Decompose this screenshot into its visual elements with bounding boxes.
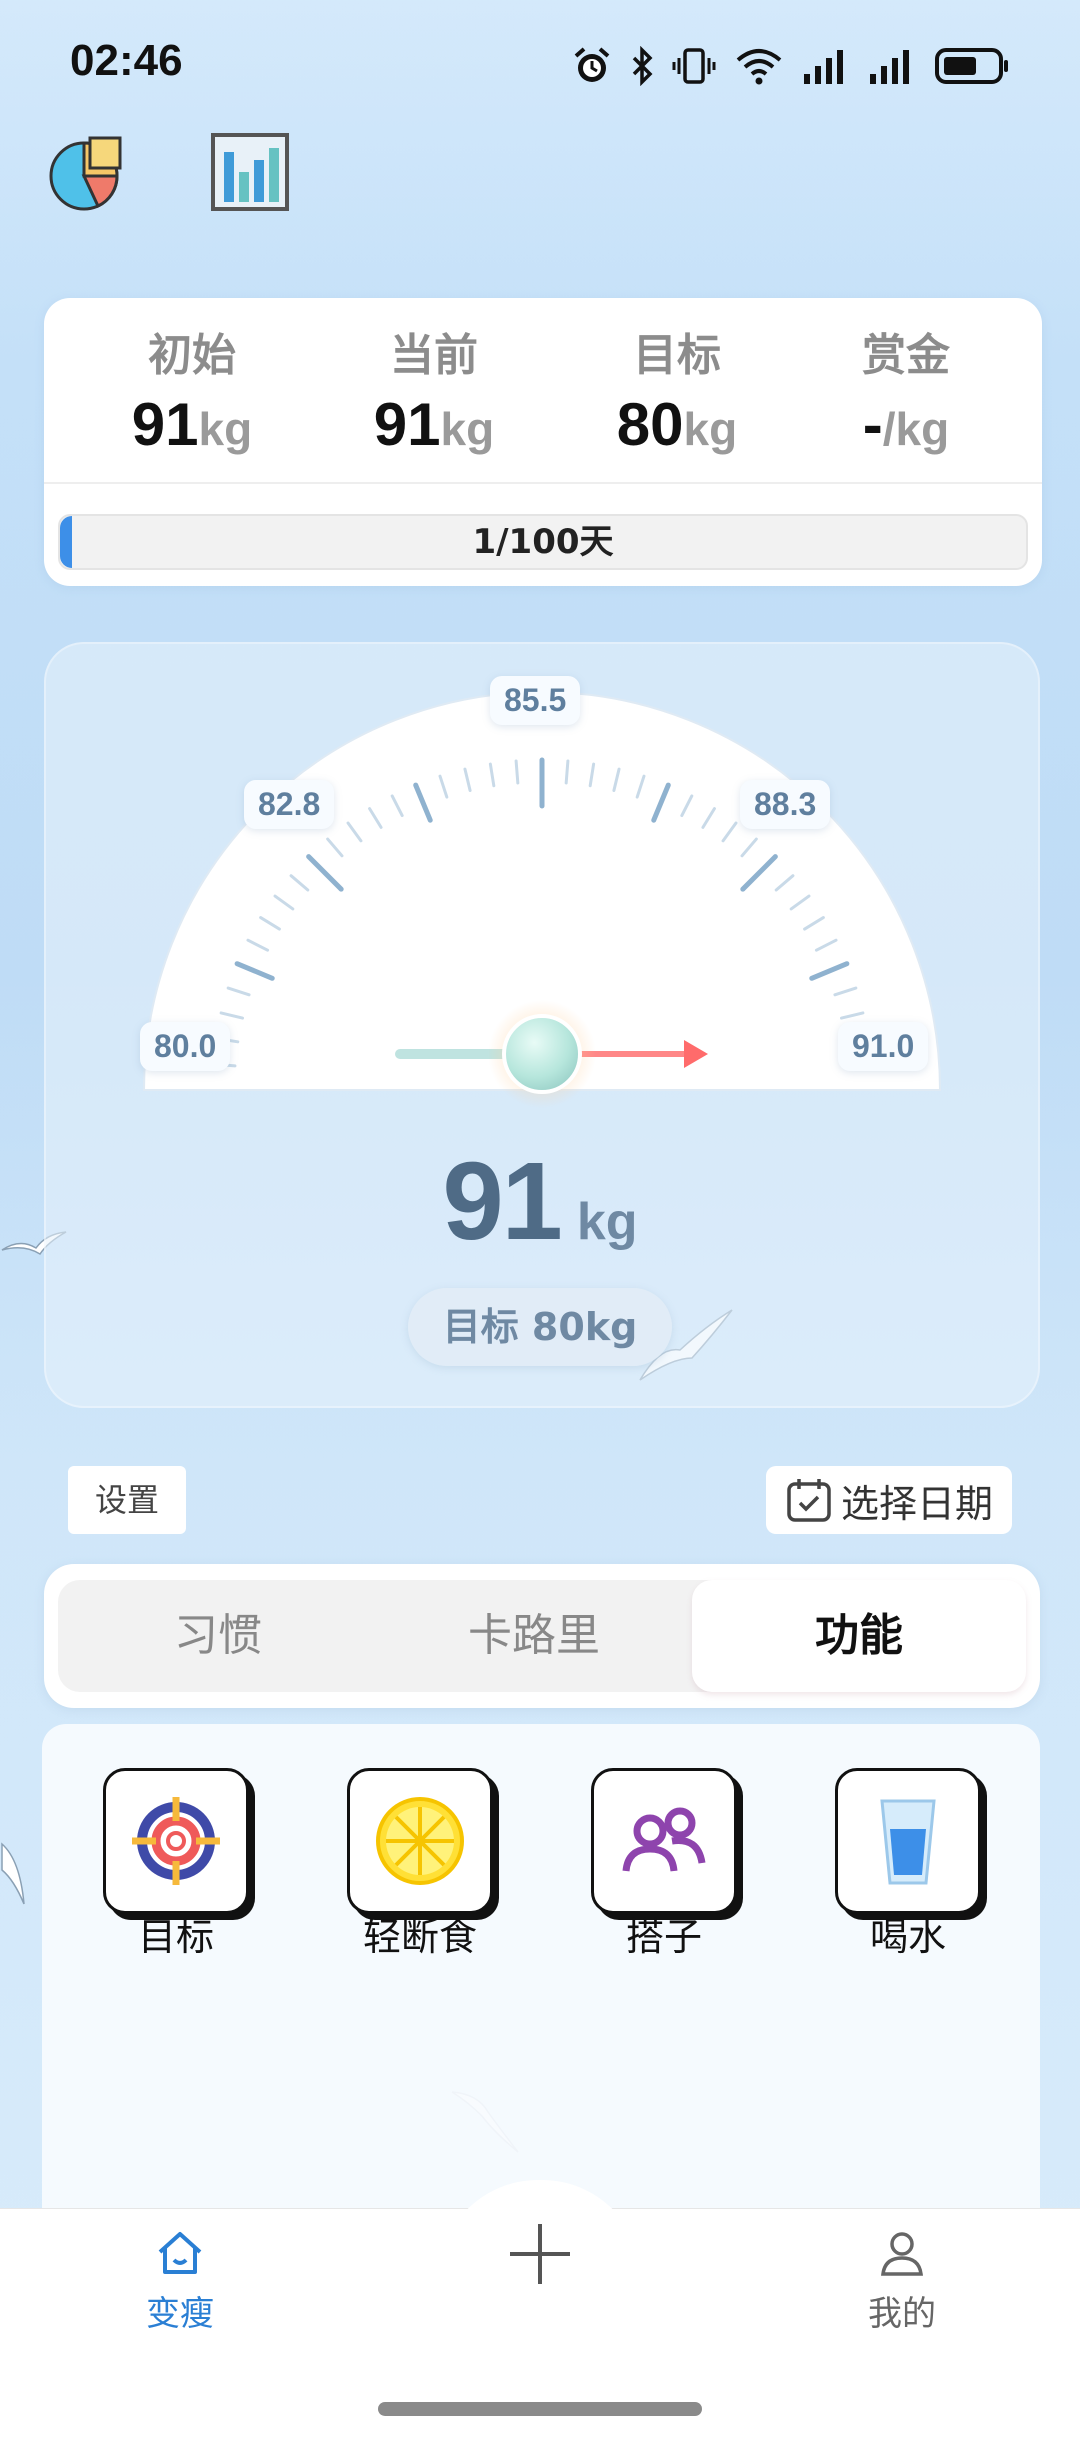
settings-button[interactable]: 设置 <box>68 1466 186 1534</box>
feature-label: 喝水 <box>869 1915 946 1959</box>
gauge-tick-label: 82.8 <box>244 780 335 829</box>
target-icon <box>132 1797 220 1885</box>
gauge-max-label: 91.0 <box>838 1022 929 1071</box>
select-date-button[interactable]: 选择日期 <box>766 1466 1012 1534</box>
tab-features[interactable]: 功能 <box>692 1580 1026 1692</box>
feature-drink-water[interactable]: 喝水 <box>808 1768 1008 1960</box>
status-icons <box>572 40 1010 92</box>
calendar-icon <box>787 1479 831 1522</box>
alarm-icon <box>574 47 610 82</box>
buddies-icon <box>622 1807 706 1872</box>
status-time: 02:46 <box>70 36 183 85</box>
stat-unit: kg <box>683 403 738 455</box>
day-progress-bar: 1/100天 <box>58 514 1028 570</box>
stat-target: 目标 80kg <box>577 328 777 475</box>
signal-icon <box>804 50 843 84</box>
current-weight-display: 91 kg <box>0 1138 1080 1265</box>
gauge-pointer-knob <box>502 1014 582 1094</box>
stat-label: 目标 <box>633 330 721 381</box>
stat-unit: kg <box>440 403 495 455</box>
feature-label: 搭子 <box>625 1915 702 1959</box>
profile-icon <box>881 2232 923 2276</box>
bluetooth-icon <box>632 46 653 86</box>
bar-chart-icon[interactable] <box>210 132 290 212</box>
stat-unit: kg <box>198 403 253 455</box>
plus-icon <box>510 2224 570 2284</box>
feature-light-fasting[interactable]: 轻断食 <box>320 1768 520 1960</box>
divider <box>44 482 1042 484</box>
feature-label: 轻断食 <box>362 1915 477 1959</box>
feature-buddies[interactable]: 搭子 <box>564 1768 764 1960</box>
home-indicator <box>378 2402 702 2416</box>
tab-calories[interactable]: 卡路里 <box>374 1580 694 1692</box>
tab-bar: 习惯 卡路里 功能 <box>44 1564 1040 1708</box>
stat-current: 当前 91kg <box>334 328 534 475</box>
nav-item-get-slim[interactable]: 变瘦 <box>110 2228 250 2335</box>
nav-item-mine[interactable]: 我的 <box>832 2228 972 2335</box>
pie-chart-icon[interactable] <box>46 132 126 212</box>
gauge-tick <box>514 759 520 785</box>
feature-label: 目标 <box>137 1915 214 1959</box>
lemon-icon <box>376 1797 464 1885</box>
vibrate-icon <box>672 48 716 84</box>
stat-label: 赏金 <box>862 330 950 381</box>
wifi-icon <box>736 49 782 85</box>
stat-value: 91 <box>131 391 199 458</box>
seagull-decoration <box>1 1842 25 1905</box>
stat-unit: /kg <box>882 403 950 455</box>
stat-initial: 初始 91kg <box>92 328 292 475</box>
gauge-min-label: 80.0 <box>140 1022 231 1071</box>
gauge-tick-label: 85.5 <box>490 676 581 725</box>
nav-label: 变瘦 <box>146 2294 214 2334</box>
battery-icon <box>935 48 1008 84</box>
gauge-tick <box>564 759 570 785</box>
current-weight-unit: kg <box>576 1193 638 1251</box>
stat-bounty: 赏金 -/kg <box>806 328 1006 475</box>
select-date-label: 选择日期 <box>840 1481 993 1526</box>
signal-icon-2 <box>870 50 909 84</box>
feature-target[interactable]: 目标 <box>76 1768 276 1960</box>
stat-value: 80 <box>616 391 684 458</box>
weight-summary-card: 初始 91kg 当前 91kg 目标 80kg 赏金 -/kg 1/100天 <box>44 298 1042 586</box>
target-weight-pill: 目标 80kg <box>408 1288 672 1366</box>
gauge-tick-label: 88.3 <box>740 780 831 829</box>
stat-value: 91 <box>373 391 441 458</box>
progress-text: 1/100天 <box>472 522 614 562</box>
water-glass-icon <box>880 1799 936 1885</box>
stat-label: 当前 <box>390 330 478 381</box>
current-weight-value: 91 <box>442 1140 562 1263</box>
home-icon <box>158 2232 202 2274</box>
nav-label: 我的 <box>868 2294 936 2334</box>
stat-label: 初始 <box>148 330 236 381</box>
stat-value: - <box>862 391 883 458</box>
tab-habits[interactable]: 习惯 <box>58 1580 378 1692</box>
